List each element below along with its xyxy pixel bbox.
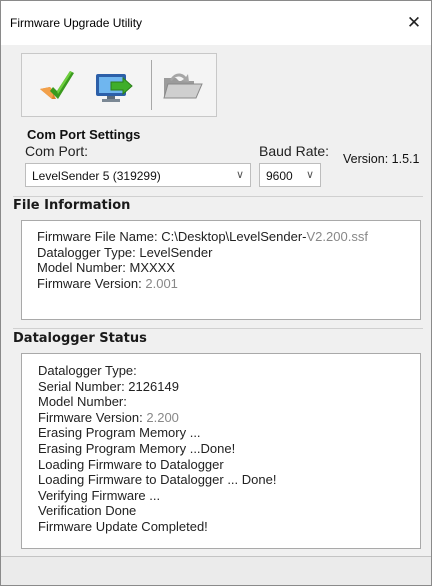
baud-rate-select[interactable]: 9600 ∨ [259,163,321,187]
title-bar: Firmware Upgrade Utility ✕ [1,1,431,45]
status-text: Datalogger Type: [38,363,137,378]
file-name-label: Firmware File Name: [37,229,158,244]
version-number: 1.5.1 [391,152,420,166]
toolbar [21,53,217,117]
status-line: Verification Done [38,503,420,519]
status-text: Firmware Version: [38,409,143,425]
baud-rate-label: Baud Rate: [259,143,330,159]
file-name-value: C:\Desktop\LevelSender- [161,229,307,244]
status-line: Erasing Program Memory ...Done! [38,441,420,457]
status-text: Loading Firmware to Datalogger ... Done! [38,472,277,488]
status-text: Erasing Program Memory ... [38,425,201,441]
status-text: Firmware Update Completed! [38,518,208,534]
datalogger-status-panel: Datalogger Type: Serial Number: 2126149 … [21,353,421,549]
model-number-line: Model Number: MXXXX [37,260,420,276]
status-line: Model Number: [38,394,420,410]
status-line: Loading Firmware to Datalogger ... Done! [38,472,420,488]
model-number-label: Model Number: [37,260,126,276]
status-text: Verification Done [38,503,137,519]
divider [13,196,423,197]
model-number-value: MXXXX [129,260,176,276]
firmware-version-label: Firmware Version: [37,275,142,291]
status-text: Verifying Firmware ... [38,487,161,503]
file-information-title: File Information [13,198,131,213]
com-port-select[interactable]: LevelSender 5 (319299) ∨ [25,163,251,187]
version-text: Version: [343,152,389,166]
close-button[interactable]: ✕ [399,9,429,37]
firmware-version-value: 2.001 [145,275,178,291]
status-line: Erasing Program Memory ... [38,425,420,441]
baud-rate-value: 9600 [266,169,293,183]
datalogger-type-label: Datalogger Type: [37,244,136,260]
checkmark-icon [40,71,74,99]
status-text: Serial Number: 2126149 [38,378,179,394]
firmware-version-line: Firmware Version: 2.001 [37,276,420,292]
status-line: Firmware Update Completed! [38,519,420,535]
datalogger-type-line: Datalogger Type: LevelSender [37,245,420,261]
status-bar [1,556,431,585]
file-name-suffix: V2.200.ssf [306,229,368,244]
status-line: Loading Firmware to Datalogger [38,457,420,473]
toolbar-separator [151,60,152,110]
file-name-line: Firmware File Name: C:\Desktop\LevelSend… [37,229,420,245]
com-port-value: LevelSender 5 (319299) [32,169,161,183]
status-firmware-version-value: 2.200 [146,409,179,425]
status-line: Verifying Firmware ... [38,488,420,504]
com-port-settings-group: Com Port Settings Com Port: LevelSender … [21,127,423,191]
com-port-label: Com Port: [25,143,89,159]
firmware-upgrade-window: Firmware Upgrade Utility ✕ Com Port Sett… [0,0,432,586]
version-label: Version: 1.5.1 [343,152,419,166]
close-icon: ✕ [406,13,422,32]
status-line: Serial Number: 2126149 [38,379,420,395]
window-title: Firmware Upgrade Utility [10,16,143,30]
chevron-down-icon: ∨ [235,169,244,181]
open-folder-button[interactable] [160,64,204,108]
check-firmware-button[interactable] [34,64,78,108]
status-text: Loading Firmware to Datalogger [38,456,224,472]
chevron-down-icon: ∨ [305,169,314,181]
status-text: Erasing Program Memory ...Done! [38,440,236,456]
file-information-panel: Firmware File Name: C:\Desktop\LevelSend… [21,220,421,320]
status-line: Datalogger Type: [38,363,420,379]
com-port-settings-title: Com Port Settings [27,127,141,142]
status-text: Model Number: [38,394,127,410]
divider [13,328,423,329]
status-line: Firmware Version: 2.200 [38,410,420,426]
datalogger-status-title: Datalogger Status [13,331,147,346]
folder-open-icon [163,73,203,99]
upload-to-device-button[interactable] [92,64,136,108]
monitor-transfer-icon [96,74,133,102]
datalogger-type-value: LevelSender [139,244,213,260]
